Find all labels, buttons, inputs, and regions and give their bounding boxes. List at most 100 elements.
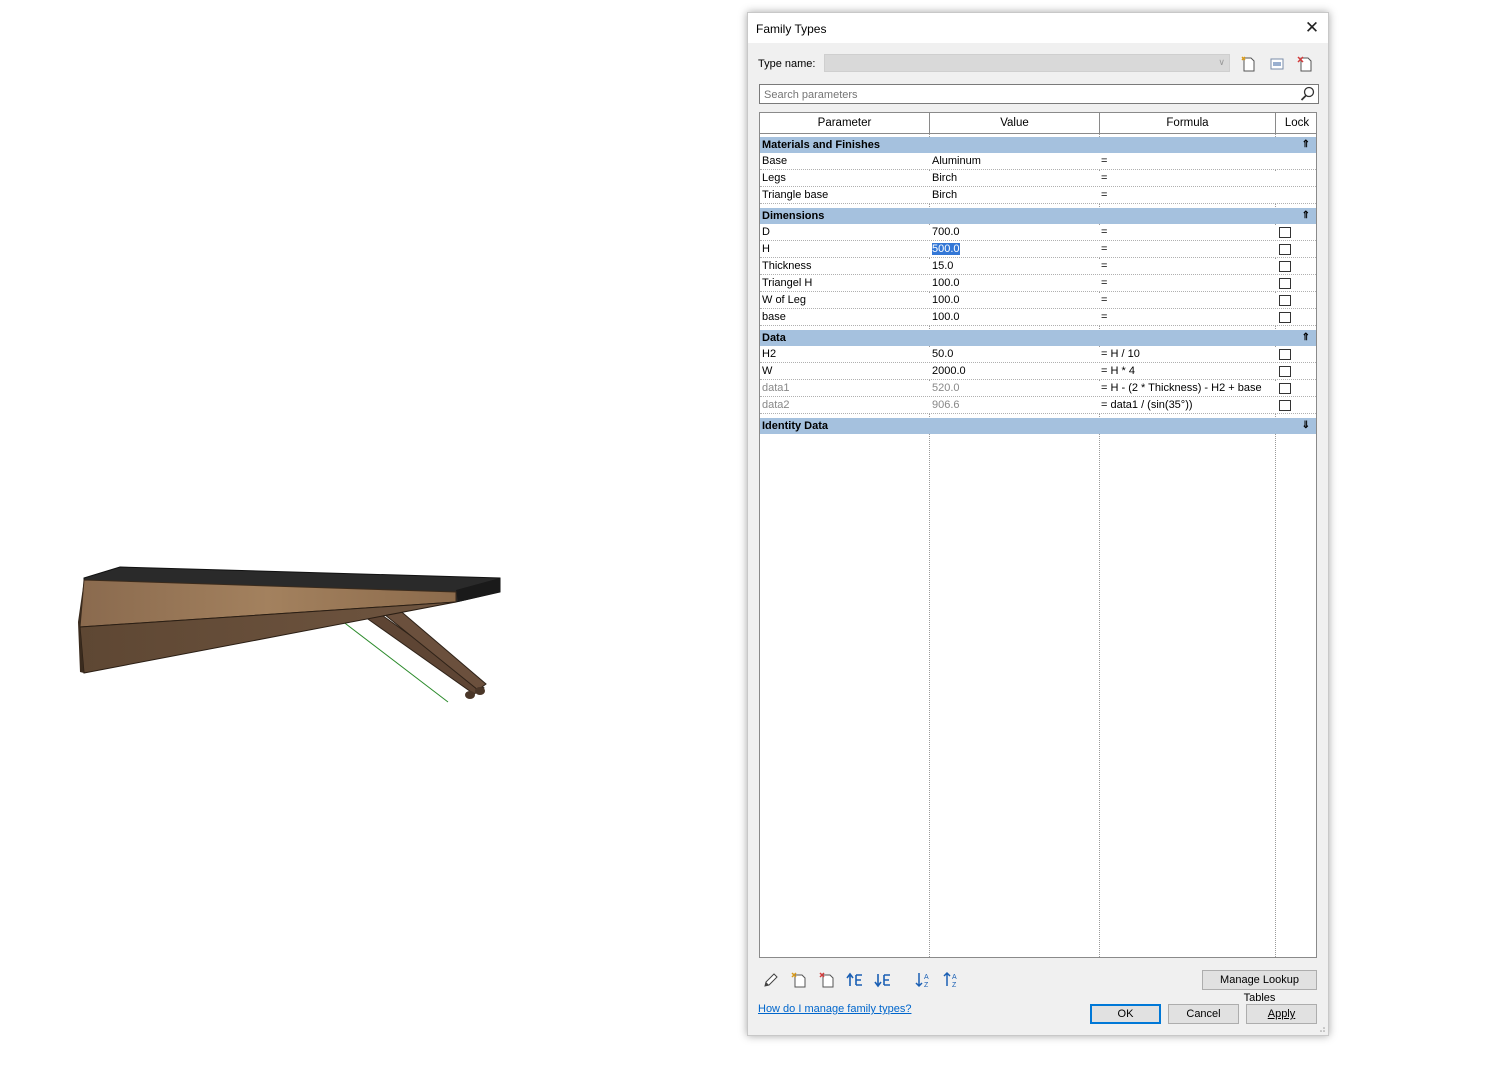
- search-input[interactable]: [762, 86, 1286, 104]
- search-parameters-field[interactable]: [759, 84, 1319, 104]
- parameter-value[interactable]: 15.0: [932, 259, 1098, 275]
- parameter-formula[interactable]: = data1 / (sin(35°)): [1101, 398, 1275, 414]
- group-header[interactable]: Dimensions ⇑: [760, 208, 1316, 224]
- parameter-row[interactable]: Thickness 15.0 =: [760, 259, 1316, 275]
- parameter-row[interactable]: data2 906.6 = data1 / (sin(35°)): [760, 398, 1316, 414]
- table-3d-model: [78, 566, 501, 703]
- parameter-formula[interactable]: =: [1101, 154, 1275, 170]
- parameter-row[interactable]: base 100.0 =: [760, 310, 1316, 326]
- svg-text:A: A: [952, 974, 957, 981]
- parameter-name: base: [762, 311, 786, 323]
- search-icon[interactable]: [1300, 86, 1316, 102]
- parameter-row[interactable]: W of Leg 100.0 =: [760, 293, 1316, 309]
- close-icon[interactable]: ✕: [1300, 16, 1324, 40]
- parameter-value[interactable]: 520.0: [932, 381, 1098, 397]
- rename-type-icon[interactable]: [1268, 55, 1286, 73]
- collapse-icon[interactable]: ⇑: [1302, 330, 1310, 346]
- parameter-row[interactable]: Triangle base Birch =: [760, 188, 1316, 204]
- grid-header: Parameter Value Formula Lock: [760, 113, 1316, 134]
- expand-icon[interactable]: ⇓: [1302, 418, 1310, 434]
- lock-checkbox[interactable]: [1279, 400, 1291, 411]
- type-name-label: Type name:: [758, 58, 816, 70]
- parameter-formula[interactable]: =: [1101, 259, 1275, 275]
- svg-text:A: A: [924, 974, 929, 981]
- leg-front: [372, 601, 487, 691]
- parameter-formula[interactable]: = H - (2 * Thickness) - H2 + base: [1101, 381, 1275, 397]
- parameter-row[interactable]: Triangel H 100.0 =: [760, 276, 1316, 292]
- parameter-formula[interactable]: = H * 4: [1101, 364, 1275, 380]
- parameter-row[interactable]: Legs Birch =: [760, 171, 1316, 187]
- parameter-formula[interactable]: =: [1101, 293, 1275, 309]
- group-header[interactable]: Data ⇑: [760, 330, 1316, 346]
- delete-parameter-icon[interactable]: [818, 971, 836, 989]
- parameter-name: W of Leg: [762, 294, 807, 306]
- parameter-formula[interactable]: =: [1101, 242, 1275, 258]
- parameter-value[interactable]: 100.0: [932, 310, 1098, 326]
- parameter-row[interactable]: H2 50.0 = H / 10: [760, 347, 1316, 363]
- parameter-value[interactable]: Birch: [932, 188, 1098, 204]
- edit-parameter-icon[interactable]: [762, 971, 780, 989]
- parameter-name: Triangle base: [762, 189, 829, 201]
- parameter-value[interactable]: Aluminum: [932, 154, 1098, 170]
- parameter-formula[interactable]: =: [1101, 171, 1275, 187]
- parameter-row[interactable]: Base Aluminum =: [760, 154, 1316, 170]
- column-header-value[interactable]: Value: [930, 113, 1100, 133]
- family-types-dialog: Family Types ✕ Type name: ∨ Parameter Va…: [747, 12, 1329, 1036]
- new-type-icon[interactable]: [1240, 55, 1258, 73]
- lock-checkbox[interactable]: [1279, 295, 1291, 306]
- sort-ascending-icon[interactable]: A Z: [914, 971, 932, 989]
- lock-checkbox[interactable]: [1279, 227, 1291, 238]
- parameter-value[interactable]: 50.0: [932, 347, 1098, 363]
- parameter-row[interactable]: D 700.0 =: [760, 225, 1316, 241]
- parameter-formula[interactable]: = H / 10: [1101, 347, 1275, 363]
- delete-type-icon[interactable]: [1296, 55, 1314, 73]
- parameter-value[interactable]: Birch: [932, 171, 1098, 187]
- parameter-formula[interactable]: =: [1101, 225, 1275, 241]
- parameter-value[interactable]: 100.0: [932, 293, 1098, 309]
- group-header[interactable]: Materials and Finishes ⇑: [760, 137, 1316, 153]
- column-header-parameter[interactable]: Parameter: [760, 113, 930, 133]
- lock-checkbox[interactable]: [1279, 244, 1291, 255]
- apply-button[interactable]: Apply: [1246, 1004, 1317, 1024]
- parameter-value-text: 50.0: [932, 348, 954, 360]
- collapse-icon[interactable]: ⇑: [1302, 208, 1310, 224]
- move-up-icon[interactable]: [846, 971, 864, 989]
- parameter-value-text: 15.0: [932, 260, 954, 272]
- model-viewport[interactable]: [0, 0, 740, 1080]
- cancel-button[interactable]: Cancel: [1168, 1004, 1239, 1024]
- parameter-value[interactable]: 906.6: [932, 398, 1098, 414]
- collapse-icon[interactable]: ⇑: [1302, 137, 1310, 153]
- parameter-value[interactable]: 2000.0: [932, 364, 1098, 380]
- sort-descending-icon[interactable]: A Z: [942, 971, 960, 989]
- parameter-row[interactable]: H 500.0 =: [760, 242, 1316, 258]
- help-link[interactable]: How do I manage family types?: [758, 1003, 911, 1015]
- lock-checkbox[interactable]: [1279, 366, 1291, 377]
- group-title: Materials and Finishes: [762, 139, 880, 151]
- lock-checkbox[interactable]: [1279, 278, 1291, 289]
- group-title: Data: [762, 332, 786, 344]
- type-name-dropdown[interactable]: ∨: [824, 54, 1230, 72]
- column-header-formula[interactable]: Formula: [1100, 113, 1276, 133]
- ok-button[interactable]: OK: [1090, 1004, 1161, 1024]
- move-down-icon[interactable]: [874, 971, 892, 989]
- lock-checkbox[interactable]: [1279, 383, 1291, 394]
- parameter-value-text: 2000.0: [932, 365, 966, 377]
- group-title: Identity Data: [762, 420, 829, 432]
- parameter-row[interactable]: W 2000.0 = H * 4: [760, 364, 1316, 380]
- parameter-formula[interactable]: =: [1101, 310, 1275, 326]
- group-header[interactable]: Identity Data ⇓: [760, 418, 1316, 434]
- manage-lookup-tables-button[interactable]: Manage Lookup Tables: [1202, 970, 1317, 1004]
- parameter-value-text: 100.0: [932, 277, 960, 289]
- lock-checkbox[interactable]: [1279, 261, 1291, 272]
- lock-checkbox[interactable]: [1279, 349, 1291, 360]
- parameter-formula[interactable]: =: [1101, 276, 1275, 292]
- parameter-row[interactable]: data1 520.0 = H - (2 * Thickness) - H2 + b…: [760, 381, 1316, 397]
- parameter-formula[interactable]: =: [1101, 188, 1275, 204]
- column-header-lock[interactable]: Lock: [1276, 113, 1316, 133]
- parameter-value[interactable]: 500.0: [932, 242, 1098, 258]
- parameter-value[interactable]: 700.0: [932, 225, 1098, 241]
- resize-grip-icon[interactable]: [1318, 1025, 1326, 1033]
- parameter-value[interactable]: 100.0: [932, 276, 1098, 292]
- new-parameter-icon[interactable]: [790, 971, 808, 989]
- lock-checkbox[interactable]: [1279, 312, 1291, 323]
